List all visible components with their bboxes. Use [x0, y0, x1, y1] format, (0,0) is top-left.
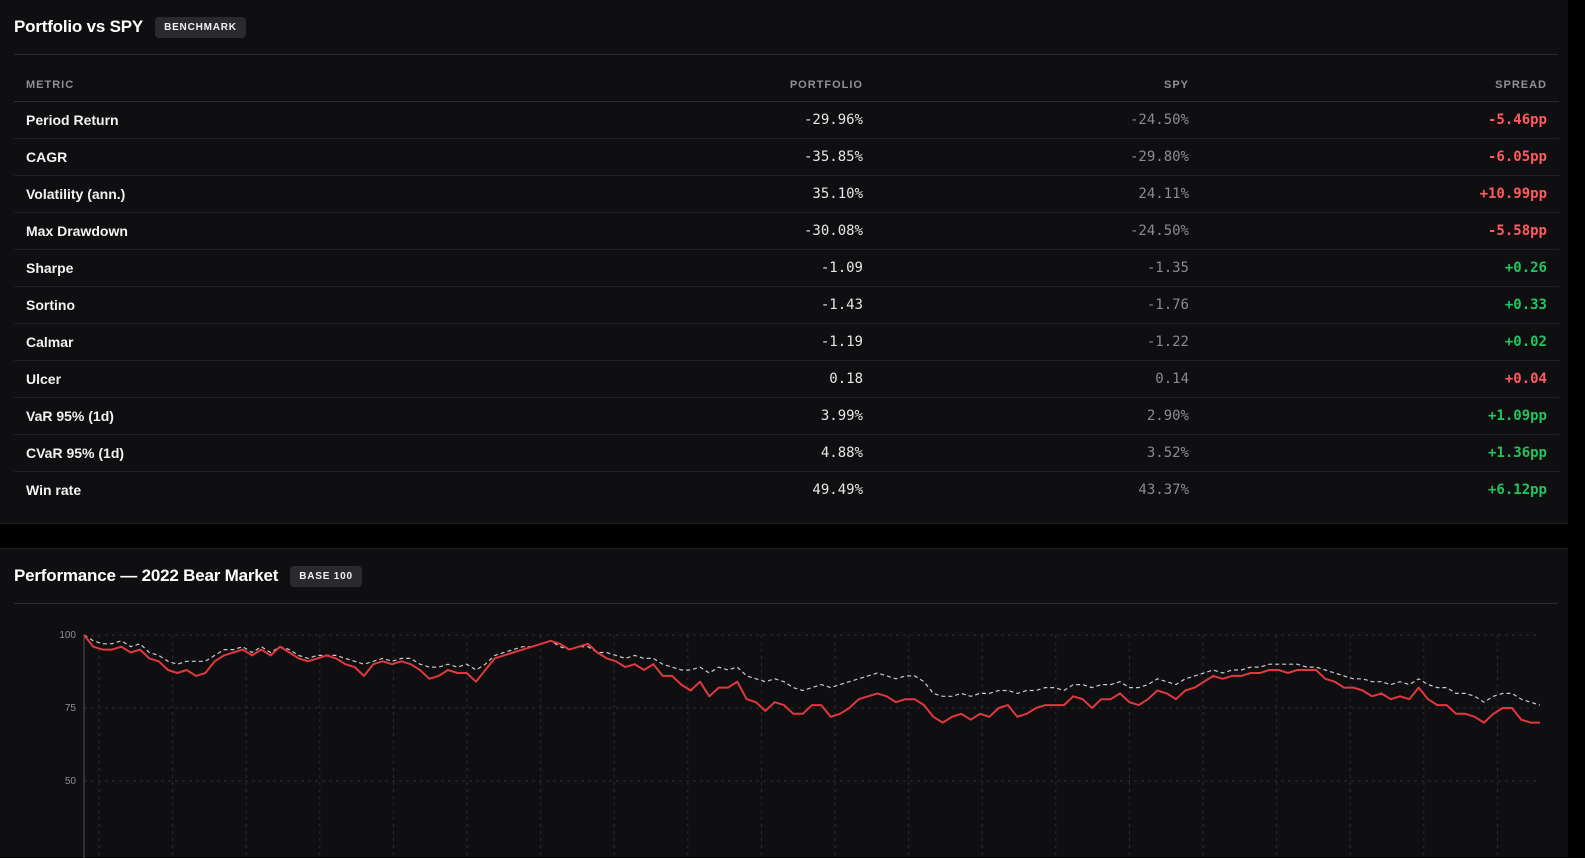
spy-series-line — [83, 634, 1541, 706]
spy-cell: -1.76 — [875, 286, 1201, 324]
spy-cell: -1.22 — [875, 323, 1201, 361]
portfolio-cell: -1.43 — [214, 286, 875, 324]
column-header-spread[interactable]: SPREAD — [1201, 68, 1559, 102]
performance-panel: Performance — 2022 Bear Market BASE 100 … — [0, 548, 1568, 858]
metric-cell: Calmar — [14, 323, 214, 361]
spread-cell: -6.05pp — [1201, 138, 1559, 176]
metric-cell: Max Drawdown — [14, 212, 214, 250]
performance-badge: BASE 100 — [290, 565, 362, 587]
table-row[interactable]: Sharpe -1.09 -1.35 +0.26 — [14, 249, 1559, 287]
column-header-portfolio[interactable]: PORTFOLIO — [214, 68, 875, 102]
metric-cell: VaR 95% (1d) — [14, 397, 214, 435]
benchmark-title: Portfolio vs SPY — [14, 17, 144, 36]
spy-cell: -24.50% — [875, 101, 1201, 139]
table-row[interactable]: Volatility (ann.) 35.10% 24.11% +10.99pp — [14, 175, 1559, 213]
spread-cell: +0.26 — [1201, 249, 1559, 287]
spread-cell: +1.36pp — [1201, 434, 1559, 472]
spy-cell: 24.11% — [875, 175, 1201, 213]
table-row[interactable]: CVaR 95% (1d) 4.88% 3.52% +1.36pp — [14, 434, 1559, 472]
metric-cell: Win rate — [26, 482, 82, 498]
spy-cell: 2.90% — [875, 397, 1201, 435]
portfolio-cell: -29.96% — [214, 101, 875, 139]
performance-header: Performance — 2022 Bear Market BASE 100 — [14, 549, 1558, 604]
metric-cell: Ulcer — [14, 360, 214, 398]
spread-cell: +0.04 — [1201, 360, 1559, 398]
spread-cell: +6.12pp — [1487, 482, 1547, 498]
portfolio-series-line — [83, 634, 1540, 724]
portfolio-cell: 0.18 — [214, 360, 875, 398]
metric-cell: CAGR — [14, 138, 214, 176]
spread-cell: +0.02 — [1201, 323, 1559, 361]
performance-title: Performance — 2022 Bear Market — [14, 566, 279, 585]
table-row[interactable]: Win rate 49.49% 43.37% +6.12pp — [14, 472, 1559, 509]
portfolio-cell: -30.08% — [214, 212, 875, 250]
spread-cell: +1.09pp — [1201, 397, 1559, 435]
table-row[interactable]: Max Drawdown -30.08% -24.50% -5.58pp — [14, 212, 1559, 250]
metric-cell: Period Return — [14, 101, 214, 139]
portfolio-cell: 35.10% — [214, 175, 875, 213]
spy-cell: 43.37% — [1138, 482, 1189, 498]
table-row[interactable]: CAGR -35.85% -29.80% -6.05pp — [14, 138, 1559, 176]
portfolio-cell: -35.85% — [214, 138, 875, 176]
spread-cell: -5.58pp — [1201, 212, 1559, 250]
portfolio-cell: -1.09 — [214, 249, 875, 287]
performance-chart[interactable]: 50 75 100 — [0, 624, 1568, 858]
table-row[interactable]: Period Return -29.96% -24.50% -5.46pp — [14, 101, 1559, 139]
spread-cell: +10.99pp — [1201, 175, 1559, 213]
portfolio-cell: 3.99% — [214, 397, 875, 435]
spy-cell: -29.80% — [875, 138, 1201, 176]
table-row[interactable]: Sortino -1.43 -1.76 +0.33 — [14, 286, 1559, 324]
portfolio-cell: 49.49% — [812, 482, 863, 498]
table-row[interactable]: Ulcer 0.18 0.14 +0.04 — [14, 360, 1559, 398]
spy-cell: -24.50% — [875, 212, 1201, 250]
spy-cell: 3.52% — [875, 434, 1201, 472]
spy-cell: -1.35 — [875, 249, 1201, 287]
metrics-body: Period Return -29.96% -24.50% -5.46pp CAGR -3… — [14, 101, 1559, 509]
table-row[interactable]: Calmar -1.19 -1.22 +0.02 — [14, 323, 1559, 361]
spy-cell: 0.14 — [875, 360, 1201, 398]
metric-cell: Volatility (ann.) — [14, 175, 214, 213]
benchmark-table: METRIC PORTFOLIO SPY SPREAD Period Retur… — [14, 68, 1559, 508]
metric-cell: Sharpe — [14, 249, 214, 287]
metric-cell: Sortino — [14, 286, 214, 324]
portfolio-cell: 4.88% — [214, 434, 875, 472]
y-tick-label: 75 — [65, 703, 77, 714]
benchmark-badge: BENCHMARK — [155, 16, 246, 38]
column-header-spy[interactable]: SPY — [875, 68, 1201, 102]
metric-cell: CVaR 95% (1d) — [14, 434, 214, 472]
table-header-row: METRIC PORTFOLIO SPY SPREAD — [14, 68, 1559, 102]
benchmark-panel: Portfolio vs SPY BENCHMARK METRIC PORTFO… — [0, 0, 1568, 524]
table-row[interactable]: VaR 95% (1d) 3.99% 2.90% +1.09pp — [14, 397, 1559, 435]
spread-cell: +0.33 — [1201, 286, 1559, 324]
y-tick-label: 50 — [65, 776, 77, 787]
column-header-metric[interactable]: METRIC — [14, 68, 214, 102]
portfolio-cell: -1.19 — [214, 323, 875, 361]
y-tick-label: 100 — [59, 630, 76, 641]
spread-cell: -5.46pp — [1201, 101, 1559, 139]
benchmark-header: Portfolio vs SPY BENCHMARK — [14, 0, 1558, 55]
